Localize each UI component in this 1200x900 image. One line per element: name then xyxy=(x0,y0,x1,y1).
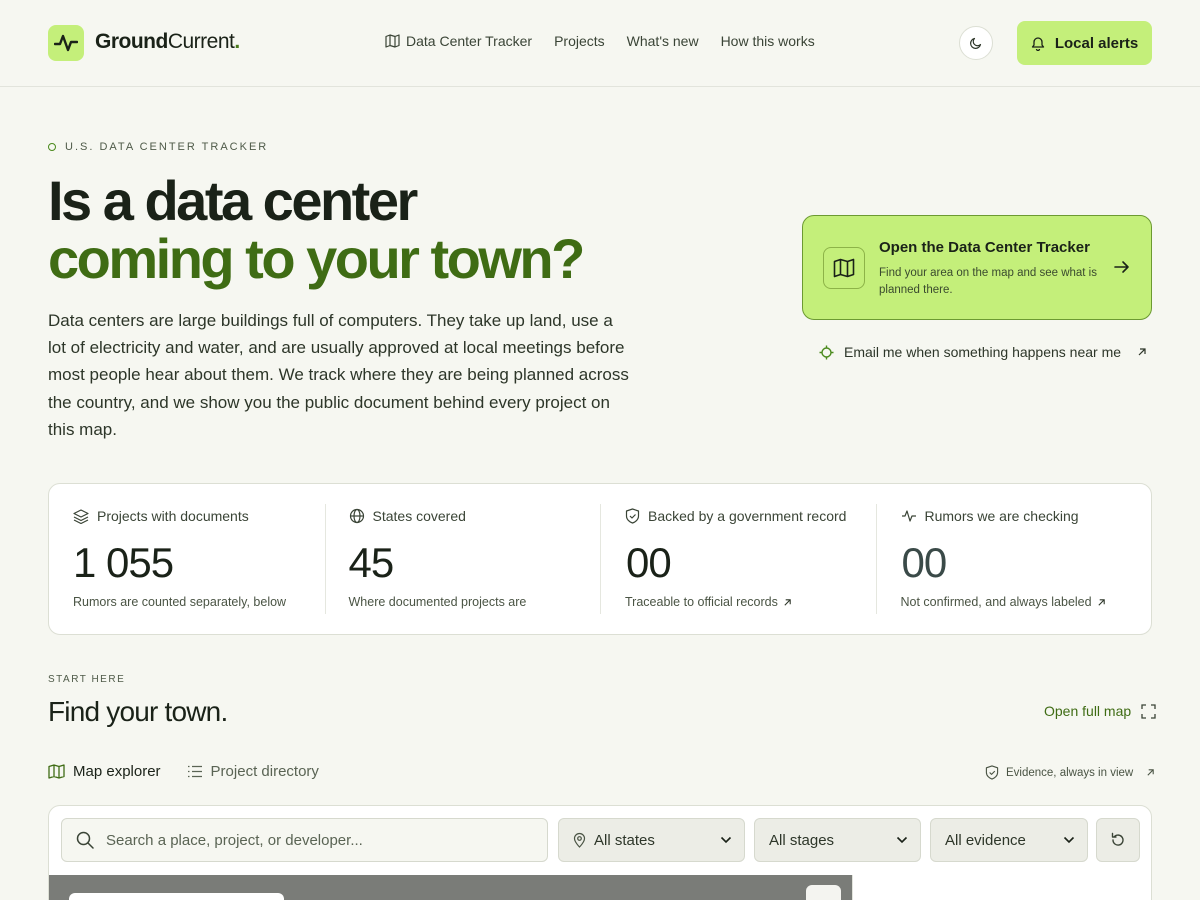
map-overlay-card xyxy=(69,893,284,900)
stat-value: 00 xyxy=(626,539,672,586)
start-eyebrow: START HERE xyxy=(48,674,126,685)
nav-projects[interactable]: Projects xyxy=(554,33,605,49)
bell-icon xyxy=(1031,36,1045,51)
stat-value: 45 xyxy=(348,539,395,586)
stat-value: 00 xyxy=(901,539,948,586)
reset-filters-button[interactable] xyxy=(1096,818,1140,862)
globe-icon xyxy=(349,508,365,524)
map-panel: Search a place, project, or developer...… xyxy=(48,805,1152,900)
find-town-title: Find your town. xyxy=(48,696,228,727)
moon-icon xyxy=(969,36,983,50)
shield-check-icon xyxy=(985,765,999,780)
evidence-select[interactable]: All evidence xyxy=(930,818,1088,862)
map-icon xyxy=(48,764,65,779)
reset-icon xyxy=(1110,832,1126,848)
crosshair-icon xyxy=(819,345,834,360)
email-alerts-link[interactable]: Email me when something happens near me xyxy=(819,344,1147,360)
hero-title: Is a data center coming to your town? xyxy=(48,169,585,290)
nav-whats-new[interactable]: What's new xyxy=(627,33,699,49)
tab-project-directory[interactable]: Project directory xyxy=(187,763,319,780)
tracker-card-title: Open the Data Center Tracker xyxy=(879,239,1090,256)
hero-title-line1: Is a data center xyxy=(48,169,418,232)
arrow-up-right-icon xyxy=(783,598,792,607)
site-header: GroundCurrent. Data Center Tracker Proje… xyxy=(0,0,1200,87)
stats-panel: Projects with documents 1 055 Rumors are… xyxy=(48,483,1152,635)
hero-eyebrow: U.S. DATA CENTER TRACKER xyxy=(48,141,268,153)
layers-icon xyxy=(73,508,89,524)
map-sidebar xyxy=(852,875,1151,900)
state-select[interactable]: All states xyxy=(558,818,745,862)
pulse-icon xyxy=(901,509,917,523)
nav-data-center-tracker[interactable]: Data Center Tracker xyxy=(385,33,532,49)
hero-title-line2: coming to your town? xyxy=(48,227,585,290)
expand-icon xyxy=(1141,703,1156,719)
hero-intro: Data centers are large buildings full of… xyxy=(48,311,629,439)
chevron-down-icon xyxy=(896,836,908,844)
stat-government-record[interactable]: Backed by a government record 00 Traceab… xyxy=(600,484,876,634)
stat-value: 1 055 xyxy=(73,539,174,586)
evidence-in-view-link[interactable]: Evidence, always in view xyxy=(985,765,1155,780)
search-icon xyxy=(76,831,94,849)
nav-how-this-works[interactable]: How this works xyxy=(721,33,815,49)
local-alerts-button[interactable]: Local alerts xyxy=(1017,21,1152,65)
open-full-map-link[interactable]: Open full map xyxy=(1044,703,1156,719)
stat-rumors[interactable]: Rumors we are checking 00 Not confirmed,… xyxy=(875,484,1152,634)
logo-text[interactable]: GroundCurrent. xyxy=(95,30,240,54)
chevron-down-icon xyxy=(1063,836,1075,844)
arrow-up-right-icon xyxy=(1097,598,1106,607)
stat-projects-with-documents: Projects with documents 1 055 Rumors are… xyxy=(73,508,287,609)
search-input[interactable]: Search a place, project, or developer... xyxy=(106,832,363,849)
theme-toggle-button[interactable] xyxy=(959,26,993,60)
map-icon xyxy=(385,34,400,48)
main-nav: Data Center Tracker Projects What's new … xyxy=(385,33,815,49)
location-pin-icon xyxy=(573,832,586,848)
shield-check-icon xyxy=(625,508,640,524)
map-icon xyxy=(823,247,865,289)
arrow-up-right-icon xyxy=(1146,768,1155,777)
stat-states-covered: States covered 45 Where documented proje… xyxy=(324,484,601,634)
view-tabs: Map explorer Project directory xyxy=(48,763,319,780)
chevron-down-icon xyxy=(720,836,732,844)
list-icon xyxy=(187,765,203,778)
map-zoom-controls[interactable] xyxy=(806,885,841,900)
arrow-right-icon xyxy=(1113,258,1131,276)
open-tracker-card[interactable]: Open the Data Center Tracker Find your a… xyxy=(802,215,1152,320)
map-canvas[interactable] xyxy=(49,875,852,900)
search-field[interactable]: Search a place, project, or developer... xyxy=(61,818,548,862)
arrow-up-right-icon xyxy=(1137,347,1147,357)
tab-map-explorer[interactable]: Map explorer xyxy=(48,763,161,780)
stage-select[interactable]: All stages xyxy=(754,818,921,862)
eyebrow-dot-icon xyxy=(48,143,56,151)
logo-icon[interactable] xyxy=(48,25,84,61)
tracker-card-subtitle: Find your area on the map and see what i… xyxy=(879,267,1097,296)
